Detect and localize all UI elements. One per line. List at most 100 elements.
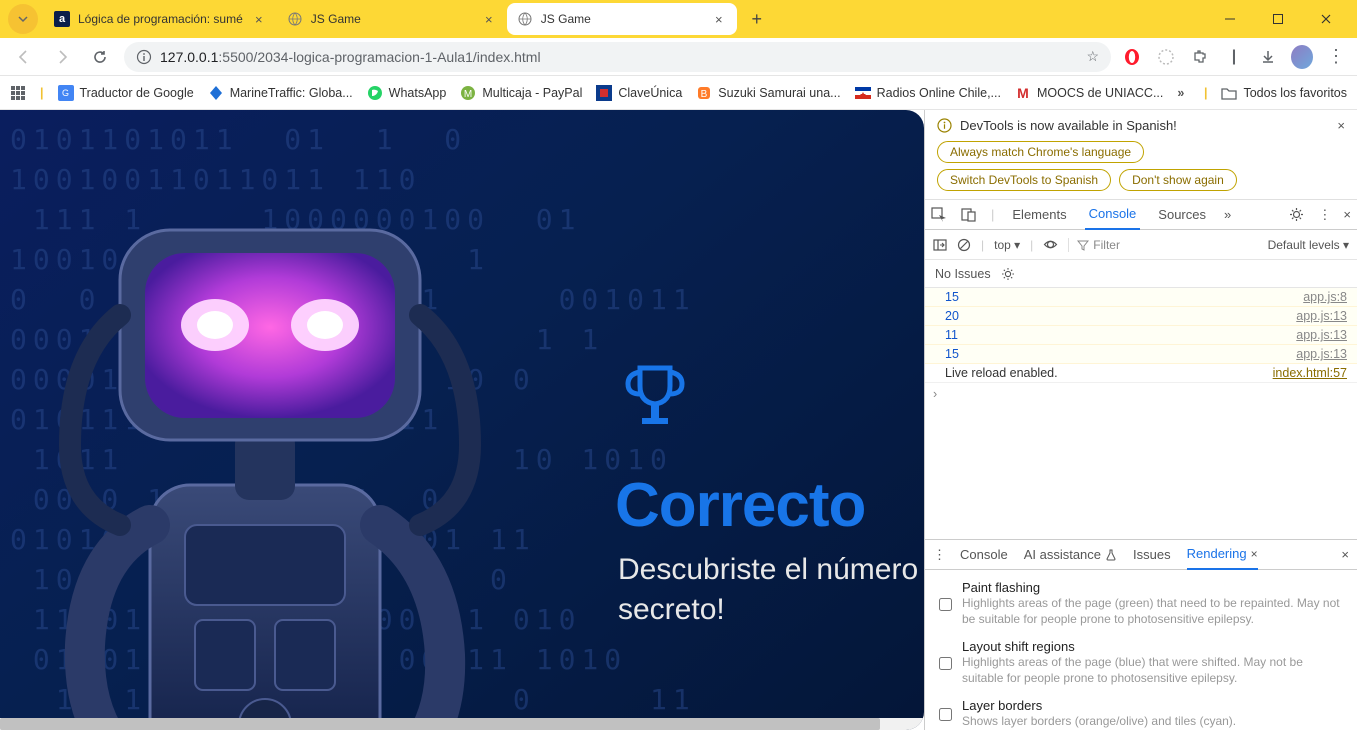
tabs-overflow-icon[interactable]: » (1224, 207, 1231, 222)
match-language-button[interactable]: Always match Chrome's language (937, 141, 1144, 163)
bookmarks-overflow[interactable]: » (1177, 86, 1184, 100)
inspect-icon[interactable] (931, 207, 947, 223)
browser-tab-1[interactable]: JS Game × (277, 3, 507, 35)
tab-title: JS Game (311, 12, 473, 26)
extension-icon[interactable] (1155, 46, 1177, 68)
option-layer-borders: Layer borders Shows layer borders (orang… (939, 698, 1343, 729)
option-label: Paint flashing (962, 580, 1343, 595)
dont-show-button[interactable]: Don't show again (1119, 169, 1237, 191)
bookmark-item[interactable]: WhatsApp (367, 85, 447, 101)
all-bookmarks-button[interactable]: Todos los favoritos (1221, 85, 1347, 101)
downloads-button[interactable] (1257, 46, 1279, 68)
tab-elements[interactable]: Elements (1008, 200, 1070, 230)
console-output[interactable]: 15app.js:8 20app.js:13 11app.js:13 15app… (925, 288, 1357, 539)
tab-search-button[interactable] (8, 4, 38, 34)
apps-button[interactable] (10, 85, 26, 101)
site-info-icon[interactable] (136, 49, 152, 65)
checkbox[interactable] (939, 700, 952, 729)
profile-avatar[interactable] (1291, 46, 1313, 68)
maximize-button[interactable] (1263, 4, 1293, 34)
source-link[interactable]: app.js:13 (1296, 309, 1347, 323)
filter-icon (1077, 239, 1089, 251)
console-row: Live reload enabled.index.html:57 (925, 364, 1357, 383)
url-text: 127.0.0.1:5500/2034-logica-programacion-… (160, 49, 541, 65)
filter-input[interactable]: Filter (1068, 238, 1257, 252)
bookmark-item[interactable]: GTraductor de Google (58, 85, 194, 101)
forward-button[interactable] (48, 43, 76, 71)
side-panel-button[interactable]: | (1223, 46, 1245, 68)
more-icon[interactable]: ⋮ (1318, 207, 1329, 223)
devtools-drawer: ⋮ Console AI assistance Issues Rendering… (925, 539, 1357, 730)
option-label: Layout shift regions (962, 639, 1343, 654)
source-link[interactable]: app.js:13 (1296, 328, 1347, 342)
bookmark-item[interactable]: MarineTraffic: Globa... (208, 85, 353, 101)
sidebar-toggle-icon[interactable] (933, 238, 947, 252)
close-icon[interactable]: × (251, 11, 267, 27)
notice-text: DevTools is now available in Spanish! (960, 118, 1177, 133)
console-prompt[interactable]: › (925, 383, 1357, 405)
extensions-button[interactable] (1189, 46, 1211, 68)
favicon-globe (287, 11, 303, 27)
issues-settings-icon[interactable] (1001, 267, 1015, 281)
close-devtools-icon[interactable]: × (1343, 207, 1351, 222)
drawer-menu-icon[interactable]: ⋮ (933, 547, 944, 563)
switch-language-button[interactable]: Switch DevTools to Spanish (937, 169, 1111, 191)
live-expression-icon[interactable] (1043, 237, 1058, 252)
flask-icon (1105, 549, 1117, 561)
tab-sources[interactable]: Sources (1154, 200, 1210, 230)
checkbox[interactable] (939, 641, 952, 686)
close-drawer-icon[interactable]: × (1341, 547, 1349, 562)
clear-console-icon[interactable] (957, 238, 971, 252)
source-link[interactable]: app.js:8 (1303, 290, 1347, 304)
settings-icon[interactable] (1289, 207, 1304, 222)
option-label: Layer borders (962, 698, 1236, 713)
horizontal-scrollbar[interactable] (0, 718, 924, 730)
bookmark-item[interactable]: Radios Online Chile,... (855, 85, 1001, 101)
console-row: 20app.js:13 (925, 307, 1357, 326)
tab-title: JS Game (541, 12, 703, 26)
menu-button[interactable]: ⋮ (1325, 46, 1347, 68)
checkbox[interactable] (939, 582, 952, 627)
drawer-tab-issues[interactable]: Issues (1133, 540, 1171, 570)
page-content: 0101101011 01 1 0 10010011011011 110 111… (0, 110, 924, 730)
log-levels-selector[interactable]: Default levels ▾ (1268, 238, 1349, 252)
rendering-options[interactable]: Paint flashing Highlights areas of the p… (925, 570, 1357, 730)
drawer-tab-ai[interactable]: AI assistance (1024, 540, 1117, 570)
close-icon[interactable]: × (481, 11, 497, 27)
window-controls (1215, 4, 1349, 34)
bookmark-separator: | (1204, 86, 1208, 100)
opera-icon[interactable] (1121, 46, 1143, 68)
close-window-button[interactable] (1311, 4, 1341, 34)
close-icon[interactable]: × (1337, 118, 1345, 133)
omnibox[interactable]: 127.0.0.1:5500/2034-logica-programacion-… (124, 42, 1111, 72)
source-link[interactable]: index.html:57 (1273, 366, 1347, 380)
page-heading: Correcto (615, 470, 865, 541)
drawer-tab-rendering[interactable]: Rendering × (1187, 540, 1258, 570)
favicon-alura: a (54, 11, 70, 27)
reload-button[interactable] (86, 43, 114, 71)
tab-title: Lógica de programación: sumé (78, 12, 243, 26)
console-row: 15app.js:8 (925, 288, 1357, 307)
device-toggle-icon[interactable] (961, 207, 977, 223)
bookmark-item[interactable]: ClaveÚnica (596, 85, 682, 101)
bookmark-separator: | (40, 86, 44, 100)
tab-console[interactable]: Console (1085, 200, 1141, 230)
close-icon[interactable]: × (1251, 547, 1258, 561)
bookmark-item[interactable]: BSuzuki Samurai una... (696, 85, 840, 101)
robot-illustration (0, 225, 540, 730)
new-tab-button[interactable]: + (743, 5, 771, 33)
drawer-tab-console[interactable]: Console (960, 540, 1008, 570)
context-selector[interactable]: top ▾ (994, 238, 1020, 252)
browser-tab-2[interactable]: JS Game × (507, 3, 737, 35)
browser-tab-0[interactable]: a Lógica de programación: sumé × (44, 3, 277, 35)
close-icon[interactable]: × (711, 11, 727, 27)
no-issues-label: No Issues (935, 267, 991, 281)
console-row: 11app.js:13 (925, 326, 1357, 345)
address-bar: 127.0.0.1:5500/2034-logica-programacion-… (0, 38, 1357, 76)
star-icon[interactable]: ☆ (1086, 48, 1099, 65)
back-button[interactable] (10, 43, 38, 71)
minimize-button[interactable] (1215, 4, 1245, 34)
source-link[interactable]: app.js:13 (1296, 347, 1347, 361)
bookmark-item[interactable]: MMulticaja - PayPal (460, 85, 582, 101)
bookmark-item[interactable]: MMOOCS de UNIACC... (1015, 85, 1163, 101)
